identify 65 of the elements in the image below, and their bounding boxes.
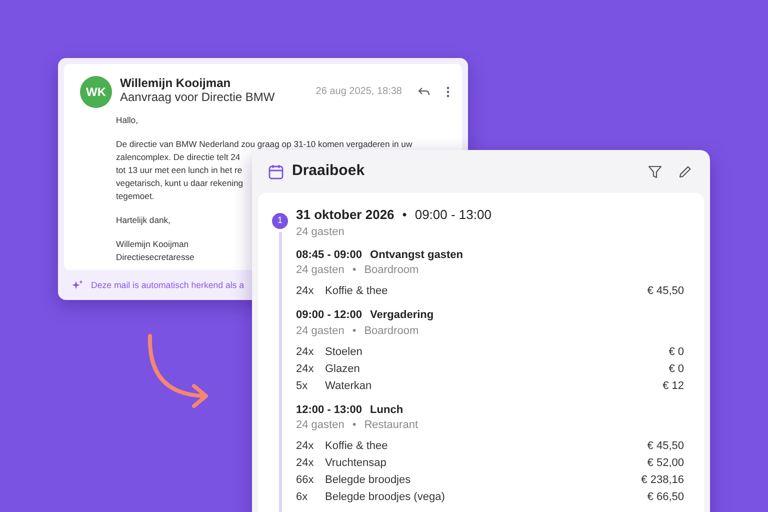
guest-count: 24 gasten [296,324,344,338]
auto-detect-note: Deze mail is automatisch herkend als a [91,279,244,292]
item-quantity: 5x [296,378,309,394]
item-name: Koffie & thee [325,439,389,454]
item-quantity: 24x [296,344,315,360]
session-title: Ontvangst gasten [370,248,463,262]
separator-dot: • [402,206,407,224]
session-time: 09:00 - 12:00 [296,308,362,323]
pencil-icon[interactable] [678,164,692,178]
item-price: € 52,00 [647,456,684,471]
item-quantity: 24x [296,362,315,376]
separator-dot: • [352,324,356,338]
item-quantity: 24x [296,284,315,299]
item-name: Glazen [325,362,361,376]
email-date: 26 aug 2025, 18:38 [316,85,402,99]
item-quantity: 6x [296,490,309,505]
item-quantity: 24x [296,439,315,454]
item-name: Waterkan [325,378,373,394]
item-price: € 12 [662,378,684,394]
more-icon[interactable] [446,86,450,98]
email-text-line: Willemijn Kooijman [116,239,189,249]
separator-dot: • [352,263,356,278]
sparkle-icon [72,280,83,292]
email-text-line: Hartelijk dank, [116,215,170,225]
room-name: Boardroom [364,324,419,338]
session-time: 08:45 - 09:00 [296,248,362,262]
guest-count: 24 gasten [296,418,344,433]
email-text-line: Directiesecretaresse [116,252,194,262]
email-text-line: zalencomplex. De directie telt 24 [116,152,240,162]
guest-count: 24 gasten [296,224,346,240]
item-quantity: 24x [296,456,315,471]
session-time: 12:00 - 13:00 [296,402,362,418]
step-number: 1 [272,213,288,229]
room-name: Restaurant [364,418,418,433]
email-text-line: De directie van BMW Nederland zou graag op 31-10 komen vergaderen in uw [116,139,412,149]
item-price: € 0 [668,362,684,376]
item-quantity: 66x [296,473,315,488]
calendar-icon [268,164,284,180]
guest-count: 24 gasten [296,263,344,278]
item-name: Vruchtensap [325,456,388,471]
panel-title: Draaiboek [292,161,366,182]
email-text-line: Hallo, [116,115,138,125]
session-title: Vergadering [370,308,434,323]
email-text-line: vegetarisch, kunt u daar rekening [116,178,244,188]
session-title: Lunch [370,402,404,418]
day-date: 31 oktober 2026 [296,206,394,224]
reply-icon[interactable] [418,86,430,96]
item-price: € 45,50 [647,439,684,454]
room-name: Boardroom [364,263,419,278]
item-price: € 238,16 [641,473,684,488]
item-price: € 45,50 [647,284,684,299]
filter-icon[interactable] [648,164,662,178]
email-text-line: tegemoet. [116,191,154,201]
item-name: Belegde broodjes (vega) [325,490,446,505]
email-text-line: tot 13 uur met een lunch in het re [116,165,242,175]
item-price: € 0 [668,344,684,360]
item-name: Koffie & thee [325,284,389,299]
separator-dot: • [352,418,356,433]
avatar: WK [80,76,112,108]
day-time: 09:00 - 13:00 [414,206,492,224]
item-price: € 66,50 [647,490,684,505]
email-subject: Aanvraag voor Directie BMW [120,90,276,106]
item-name: Stoelen [325,344,364,360]
sender-name: Willemijn Kooijman [120,76,232,90]
item-name: Belegde broodjes [325,473,412,488]
